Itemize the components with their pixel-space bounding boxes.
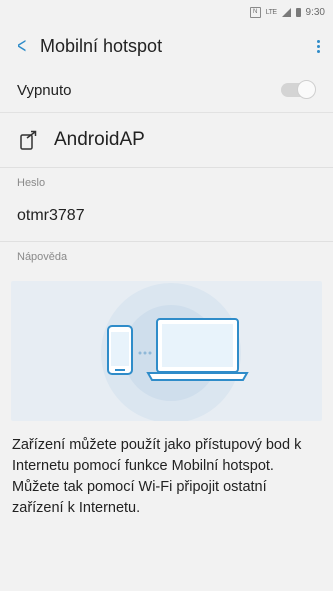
password-section-label: Heslo: [0, 167, 333, 195]
help-text: Zařízení můžete použít jako přístupový b…: [12, 437, 302, 516]
page-title: Mobilní hotspot: [40, 35, 163, 56]
battery-icon: [295, 7, 301, 17]
more-vert-dot: [317, 49, 320, 53]
hotspot-illustration: [11, 281, 322, 421]
share-device-icon: [20, 130, 37, 150]
password-value[interactable]: otmr3787: [0, 195, 333, 241]
network-name-row[interactable]: AndroidAP: [0, 113, 333, 167]
more-vert-dot: [317, 44, 320, 48]
nfc-icon: N: [249, 6, 261, 18]
lte-icon: LTE: [265, 8, 277, 16]
hotspot-toggle-label: Vypnuto: [17, 81, 72, 99]
more-options-button[interactable]: [317, 39, 321, 53]
chevron-left-icon: <: [17, 33, 27, 58]
app-bar: < Mobilní hotspot: [0, 24, 333, 68]
hotspot-switch[interactable]: [281, 80, 316, 99]
status-time: 9:30: [305, 6, 325, 18]
more-vert-dot: [317, 39, 320, 43]
switch-knob: [297, 80, 316, 99]
help-section-label: Nápověda: [0, 241, 333, 269]
hotspot-toggle-row[interactable]: Vypnuto: [0, 68, 333, 113]
network-name: AndroidAP: [54, 129, 145, 150]
back-button[interactable]: <: [17, 35, 32, 57]
status-bar: N LTE 9:30: [0, 0, 333, 24]
phone-connected-laptop-illustration: [101, 283, 249, 421]
signal-icon: [281, 7, 291, 17]
